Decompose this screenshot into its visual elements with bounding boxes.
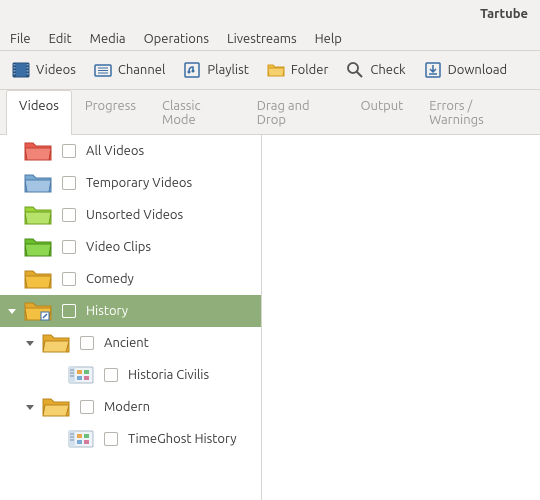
tree-label: TimeGhost History — [128, 432, 236, 446]
tab-progress[interactable]: Progress — [72, 90, 149, 135]
tree-pane: All Videos Temporary Videos Unsorted Vid… — [0, 135, 262, 500]
playlist-item-icon — [68, 428, 94, 450]
film-icon — [12, 61, 30, 79]
toolbar-videos-button[interactable]: Videos — [12, 61, 76, 79]
toolbar-check-button[interactable]: Check — [346, 61, 405, 79]
tree-row-timeghost[interactable]: TimeGhost History — [0, 423, 261, 455]
tree-row-temporary[interactable]: Temporary Videos — [0, 167, 261, 199]
expander-placeholder — [6, 145, 18, 157]
folder-yellow-edit-icon — [24, 300, 52, 322]
tree-label: Comedy — [86, 272, 134, 286]
menubar: File Edit Media Operations Livestreams H… — [0, 28, 540, 51]
toolbar-download-label: Download — [448, 63, 508, 77]
expander-down-icon[interactable] — [24, 337, 36, 349]
folder-green-light-icon — [24, 204, 52, 226]
tab-output[interactable]: Output — [347, 90, 416, 135]
toolbar-folder-label: Folder — [291, 63, 329, 77]
toolbar-channel-label: Channel — [118, 63, 166, 77]
detail-pane — [262, 135, 540, 500]
playlist-icon — [183, 61, 201, 79]
folder-blue-icon — [24, 172, 52, 194]
window-title: Tartube — [480, 7, 528, 21]
expander-placeholder — [6, 273, 18, 285]
folder-green-icon — [24, 236, 52, 258]
folder-red-icon — [24, 140, 52, 162]
tree-row-comedy[interactable]: Comedy — [0, 263, 261, 295]
toolbar-check-label: Check — [370, 63, 405, 77]
checkbox[interactable] — [62, 240, 76, 254]
checkbox[interactable] — [80, 400, 94, 414]
tree-row-clips[interactable]: Video Clips — [0, 231, 261, 263]
expander-placeholder — [50, 433, 62, 445]
folder-yellow-open-icon — [42, 332, 70, 354]
menu-livestreams[interactable]: Livestreams — [227, 32, 297, 46]
tree-label: Historia Civilis — [128, 368, 209, 382]
folder-yellow-icon — [24, 268, 52, 290]
download-icon — [424, 61, 442, 79]
tree-label: All Videos — [86, 144, 144, 158]
expander-placeholder — [6, 241, 18, 253]
playlist-item-icon — [68, 364, 94, 386]
checkbox[interactable] — [62, 144, 76, 158]
expander-down-icon[interactable] — [6, 305, 18, 317]
tree-row-ancient[interactable]: Ancient — [0, 327, 261, 359]
tree-row-modern[interactable]: Modern — [0, 391, 261, 423]
tab-videos[interactable]: Videos — [6, 90, 72, 135]
checkbox[interactable] — [62, 176, 76, 190]
toolbar-videos-label: Videos — [36, 63, 76, 77]
menu-file[interactable]: File — [10, 32, 31, 46]
tree-row-history[interactable]: History — [0, 295, 261, 327]
checkbox[interactable] — [104, 368, 118, 382]
folder-icon — [267, 61, 285, 79]
toolbar-folder-button[interactable]: Folder — [267, 61, 329, 79]
toolbar-playlist-label: Playlist — [207, 63, 248, 77]
tree-label: Temporary Videos — [86, 176, 192, 190]
window-titlebar: Tartube — [0, 0, 540, 28]
toolbar: Videos Channel Playlist Folder Check Dow… — [0, 51, 540, 90]
channel-icon — [94, 61, 112, 79]
tree-label: Unsorted Videos — [86, 208, 183, 222]
menu-operations[interactable]: Operations — [144, 32, 209, 46]
tree-row-unsorted[interactable]: Unsorted Videos — [0, 199, 261, 231]
tab-classic-mode[interactable]: Classic Mode — [149, 90, 244, 135]
tree-label: Video Clips — [86, 240, 151, 254]
expander-down-icon[interactable] — [24, 401, 36, 413]
menu-media[interactable]: Media — [90, 32, 126, 46]
tab-errors[interactable]: Errors / Warnings — [416, 90, 534, 135]
checkbox[interactable] — [62, 208, 76, 222]
tree-row-all-videos[interactable]: All Videos — [0, 135, 261, 167]
checkbox[interactable] — [104, 432, 118, 446]
checkbox[interactable] — [62, 304, 76, 318]
magnifier-icon — [346, 61, 364, 79]
expander-placeholder — [6, 177, 18, 189]
tree-label: History — [86, 304, 128, 318]
toolbar-download-button[interactable]: Download — [424, 61, 508, 79]
tree-label: Modern — [104, 400, 150, 414]
expander-placeholder — [50, 369, 62, 381]
checkbox[interactable] — [80, 336, 94, 350]
toolbar-channel-button[interactable]: Channel — [94, 61, 166, 79]
folder-yellow-open-icon — [42, 396, 70, 418]
tree-row-historia[interactable]: Historia Civilis — [0, 359, 261, 391]
checkbox[interactable] — [62, 272, 76, 286]
toolbar-playlist-button[interactable]: Playlist — [183, 61, 248, 79]
expander-placeholder — [6, 209, 18, 221]
tab-bar: Videos Progress Classic Mode Drag and Dr… — [0, 90, 540, 135]
menu-edit[interactable]: Edit — [49, 32, 72, 46]
menu-help[interactable]: Help — [315, 32, 342, 46]
tree-label: Ancient — [104, 336, 149, 350]
content-area: All Videos Temporary Videos Unsorted Vid… — [0, 135, 540, 500]
tab-drag-drop[interactable]: Drag and Drop — [244, 90, 348, 135]
